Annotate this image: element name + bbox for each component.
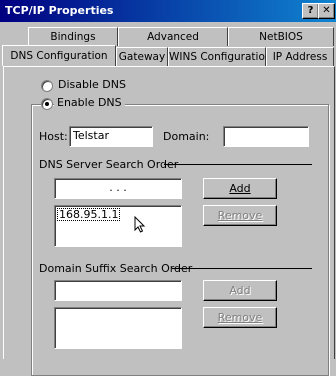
remove-domain-suffix-button[interactable]: Remove	[203, 307, 277, 328]
radio-selected-dot	[45, 102, 49, 106]
mouse-cursor-icon	[134, 216, 146, 233]
dns-server-ip-input[interactable]: . . .	[54, 178, 182, 199]
dns-server-list[interactable]: 168.95.1.1	[54, 205, 182, 247]
enable-dns-radio[interactable]	[41, 98, 53, 110]
tab-dns-configuration[interactable]: DNS Configuration	[2, 45, 116, 66]
window-title: TCP/IP Properties	[5, 4, 114, 17]
domain-suffix-search-order-label: Domain Suffix Search Order	[39, 262, 193, 275]
add-dns-server-button[interactable]: Add	[203, 178, 277, 199]
separator-line	[164, 164, 312, 165]
tab-netbios[interactable]: NetBIOS	[228, 27, 334, 46]
tab-bindings[interactable]: Bindings	[28, 27, 118, 46]
domain-input[interactable]	[223, 126, 309, 147]
close-button[interactable]: ✕	[318, 3, 335, 19]
tab-advanced[interactable]: Advanced	[118, 27, 228, 46]
domain-suffix-list[interactable]	[54, 307, 182, 349]
domain-suffix-input[interactable]	[54, 280, 182, 301]
host-input[interactable]: Telstar	[69, 126, 153, 147]
dns-server-search-order-label: DNS Server Search Order	[39, 158, 179, 171]
disable-dns-label: Disable DNS	[58, 78, 126, 91]
enable-dns-label: Enable DNS	[54, 96, 125, 109]
separator-line	[172, 268, 312, 269]
tab-wins-configuration[interactable]: WINS Configuration	[168, 47, 272, 66]
list-item[interactable]: 168.95.1.1	[57, 208, 121, 221]
host-label: Host:	[39, 130, 68, 143]
tab-gateway[interactable]: Gateway	[116, 47, 168, 66]
help-button[interactable]: ?	[302, 3, 319, 19]
title-bar[interactable]: TCP/IP Properties ? ✕	[0, 0, 336, 22]
tab-ip-address[interactable]: IP Address	[266, 47, 334, 66]
domain-label: Domain:	[163, 130, 210, 143]
remove-dns-server-button[interactable]: Remove	[203, 205, 277, 226]
dns-configuration-panel: Disable DNS Enable DNS Host: Telstar Dom…	[3, 66, 335, 376]
add-domain-suffix-button[interactable]: Add	[203, 280, 277, 301]
disable-dns-radio[interactable]	[41, 80, 53, 92]
